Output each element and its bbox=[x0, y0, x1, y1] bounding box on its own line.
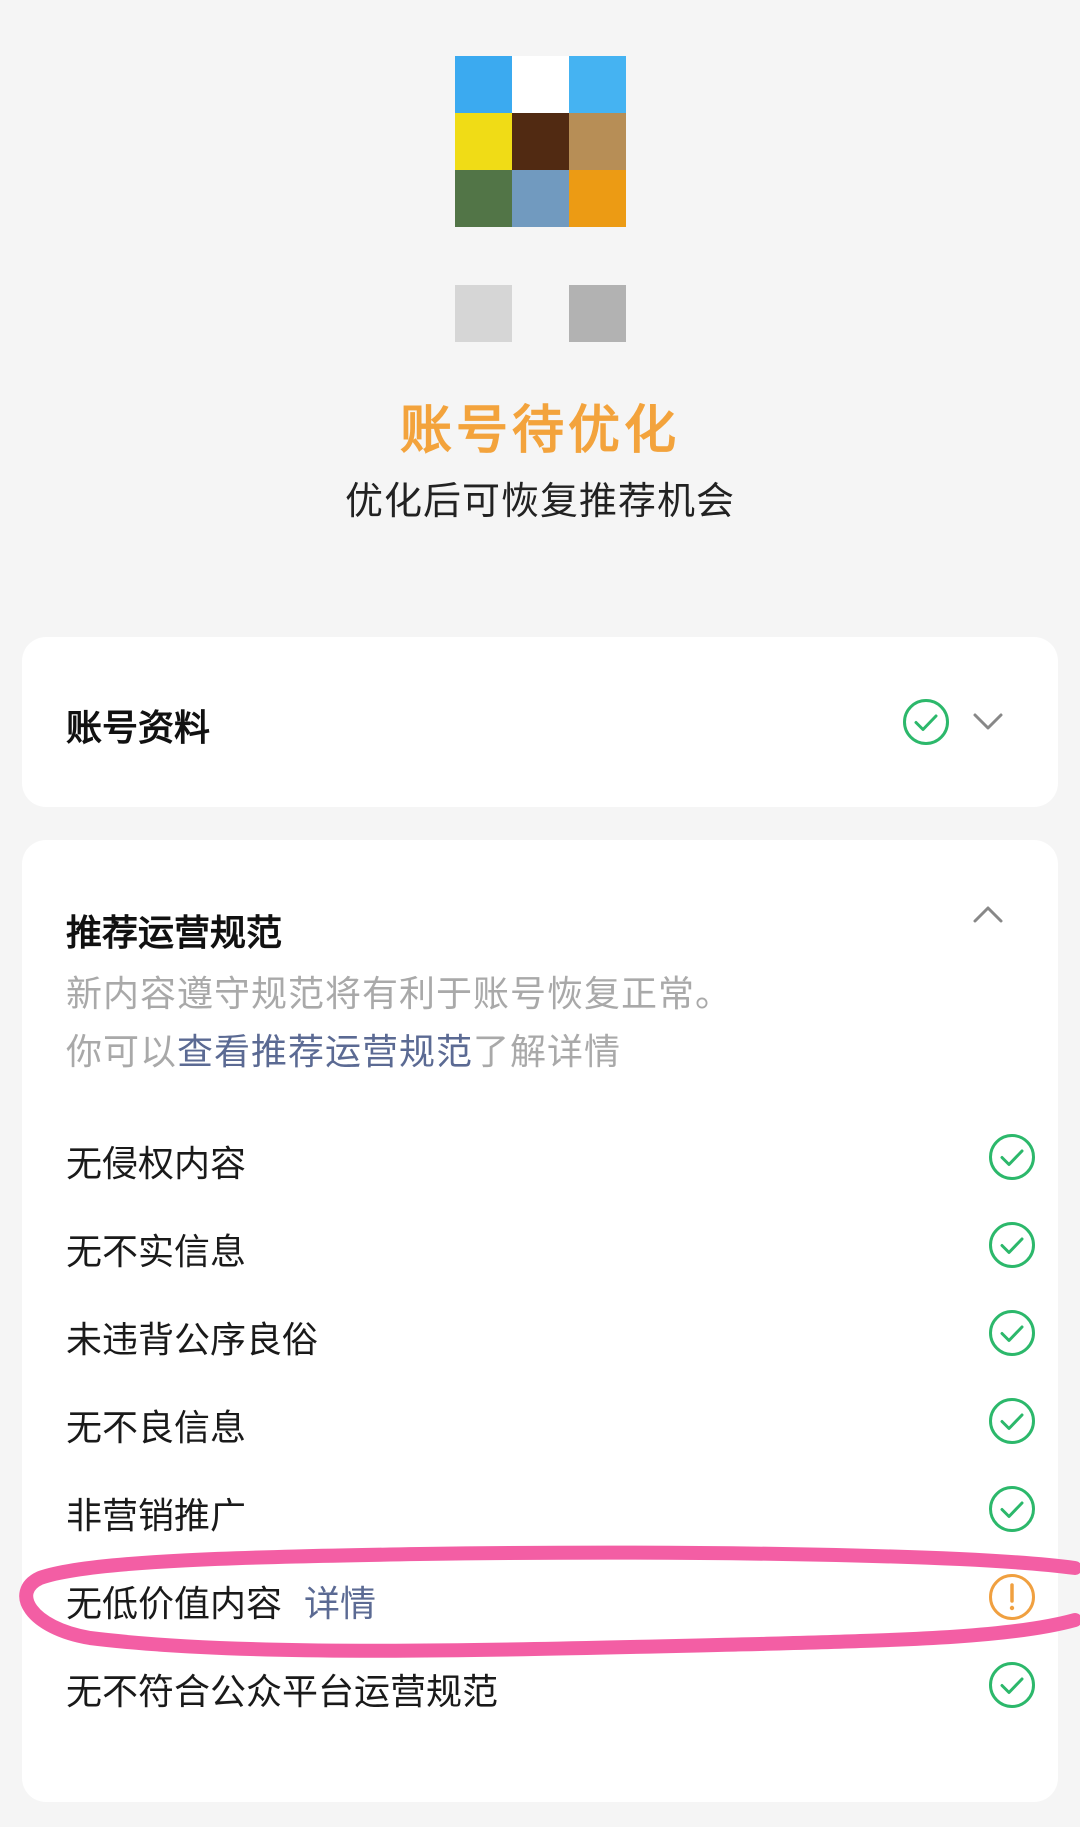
account-info-card[interactable]: 账号资料 bbox=[22, 637, 1058, 807]
rule-item: 无侵权内容 bbox=[66, 1123, 1036, 1193]
rules-desc-prefix: 你可以 bbox=[66, 1032, 178, 1073]
check-circle-icon bbox=[988, 1221, 1036, 1269]
rule-label: 无不实信息 bbox=[66, 1232, 247, 1273]
rules-description-line2: 你可以查看推荐运营规范了解详情 bbox=[66, 1023, 621, 1075]
rules-title: 推荐运营规范 bbox=[66, 913, 283, 954]
rule-label: 无低价值内容 详情 bbox=[66, 1575, 376, 1627]
account-info-title: 账号资料 bbox=[66, 708, 211, 749]
rule-label-text: 无低价值内容 bbox=[66, 1584, 283, 1625]
rule-label: 未违背公序良俗 bbox=[66, 1320, 319, 1361]
chevron-down-icon[interactable] bbox=[970, 704, 1006, 740]
status-title: 账号待优化 bbox=[399, 401, 680, 461]
rule-label: 无不良信息 bbox=[66, 1408, 247, 1449]
rule-item: 未违背公序良俗 bbox=[66, 1299, 1036, 1369]
view-rules-link[interactable]: 查看推荐运营规范 bbox=[177, 1032, 473, 1073]
warning-circle-icon bbox=[988, 1573, 1036, 1621]
chevron-up-icon[interactable] bbox=[970, 896, 1006, 932]
rule-label: 无侵权内容 bbox=[66, 1144, 247, 1185]
check-circle-icon bbox=[988, 1309, 1036, 1357]
rule-label: 无不符合公众平台运营规范 bbox=[66, 1672, 499, 1713]
rule-item: 无不符合公众平台运营规范 bbox=[66, 1651, 1036, 1721]
rule-detail-link[interactable]: 详情 bbox=[304, 1584, 376, 1625]
rule-label: 非营销推广 bbox=[66, 1496, 247, 1537]
rules-desc-suffix: 了解详情 bbox=[473, 1032, 622, 1073]
status-subtitle: 优化后可恢复推荐机会 bbox=[344, 479, 735, 523]
check-circle-icon bbox=[988, 1661, 1036, 1709]
rule-item: 无不实信息 bbox=[66, 1211, 1036, 1281]
account-avatar bbox=[455, 56, 627, 343]
rule-item: 非营销推广 bbox=[66, 1475, 1036, 1545]
rule-item: 无低价值内容 详情 bbox=[66, 1563, 1036, 1633]
check-circle-icon bbox=[988, 1133, 1036, 1181]
check-circle-icon bbox=[902, 698, 950, 746]
rules-description-line1: 新内容遵守规范将有利于账号恢复正常。 bbox=[66, 974, 733, 1015]
check-circle-icon bbox=[988, 1485, 1036, 1533]
recommend-rules-card: 推荐运营规范 新内容遵守规范将有利于账号恢复正常。 你可以查看推荐运营规范了解详… bbox=[22, 840, 1058, 1802]
rule-item: 无不良信息 bbox=[66, 1387, 1036, 1457]
check-circle-icon bbox=[988, 1397, 1036, 1445]
